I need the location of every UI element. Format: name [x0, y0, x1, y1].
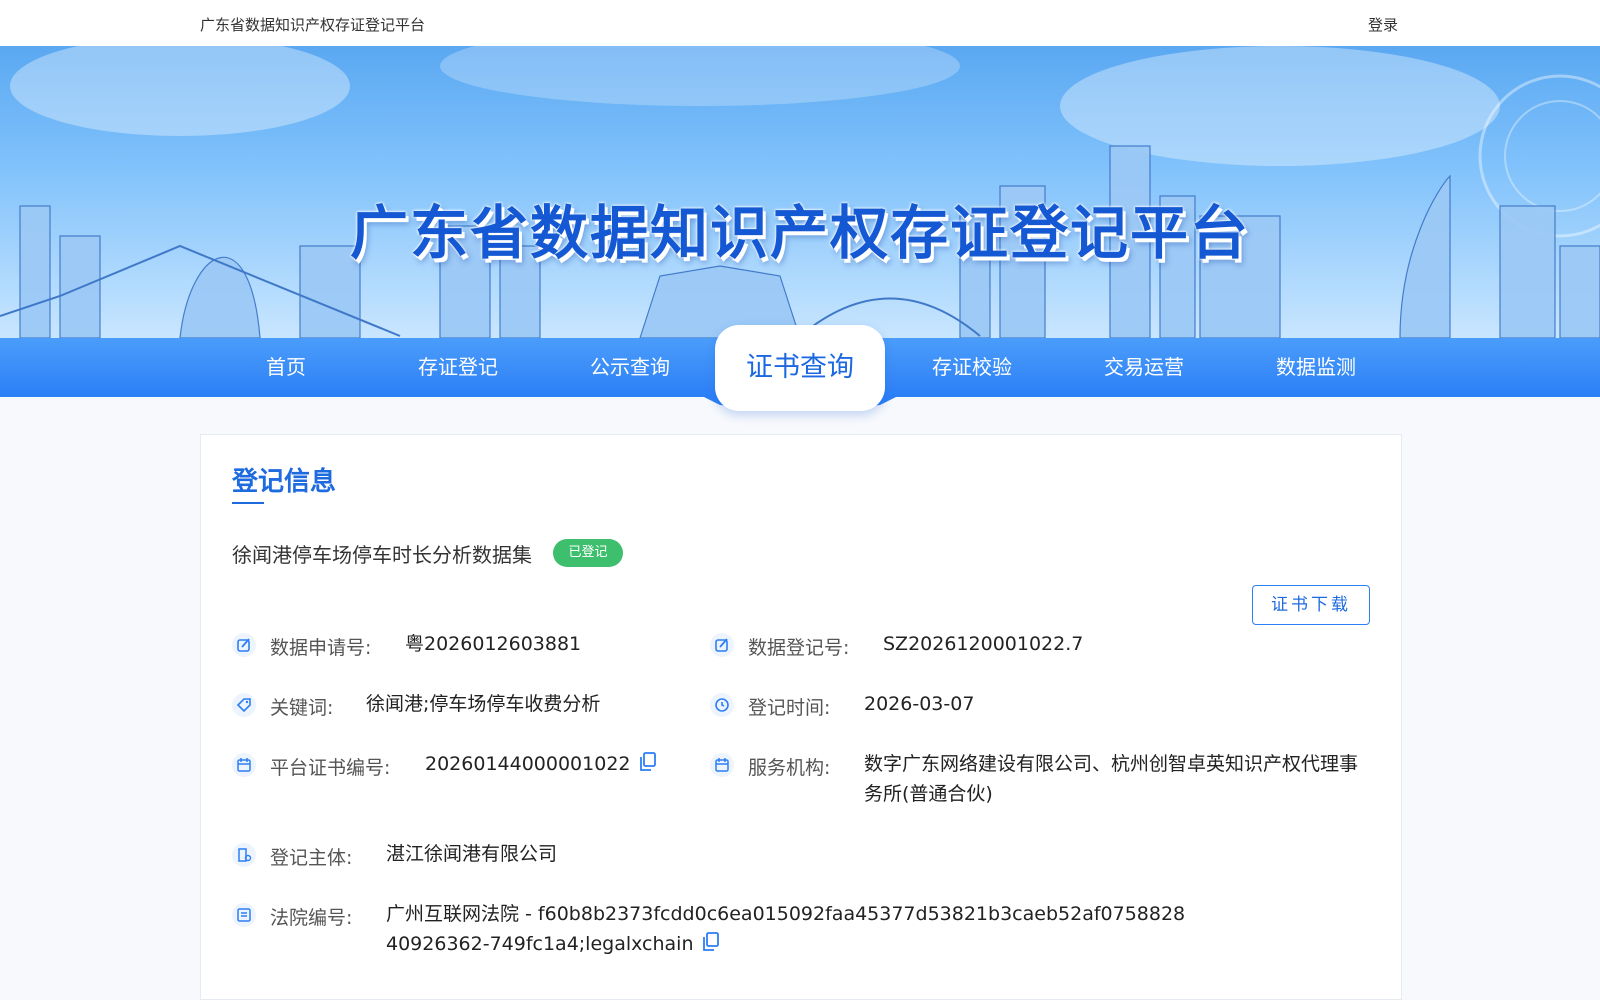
field-keywords: 关键词: 徐闻港;停车场停车收费分析 [232, 693, 672, 723]
nav-item-trading[interactable]: 交易运营 [1059, 338, 1229, 397]
field-service-org: 服务机构: 数字广东网络建设有限公司、杭州创智卓英知识产权代理事务所(普通合伙) [710, 753, 1370, 817]
list-icon [232, 903, 256, 927]
edit-icon [232, 633, 256, 657]
copy-icon[interactable] [702, 932, 720, 952]
building-icon [232, 843, 256, 867]
field-subject: 登记主体: 湛江徐闻港有限公司 [232, 843, 832, 873]
nav-item-home[interactable]: 首页 [201, 338, 371, 397]
clock-icon [710, 693, 734, 717]
edit-icon [710, 633, 734, 657]
section-title: 登记信息 [232, 467, 337, 497]
application-no-label: 数据申请号: [270, 637, 372, 659]
cert-no-value: 20260144000001022 [425, 753, 631, 775]
keywords-label: 关键词: [270, 697, 334, 719]
subject-value: 湛江徐闻港有限公司 [386, 843, 558, 865]
status-badge: 已登记 [553, 539, 623, 567]
dataset-title: 徐闻港停车场停车时长分析数据集 [232, 543, 532, 567]
field-application-no: 数据申请号: 粤2026012603881 [232, 633, 672, 663]
nav-item-registration[interactable]: 存证登记 [373, 338, 543, 397]
subject-label: 登记主体: [270, 847, 353, 869]
banner-title: 广东省数据知识产权存证登记平台 [349, 199, 1250, 267]
hero-banner: 广东省数据知识产权存证登记平台 [0, 46, 1600, 338]
nav-item-public-query[interactable]: 公示查询 [545, 338, 715, 397]
registration-info-card: 登记信息 徐闻港停车场停车时长分析数据集 已登记 证书下载 数据申请号: 粤20… [200, 434, 1402, 1000]
calendar-icon [710, 753, 734, 777]
login-link[interactable]: 登录 [1368, 14, 1398, 35]
top-bar: 广东省数据知识产权存证登记平台 登录 [0, 0, 1600, 46]
court-no-label: 法院编号: [270, 907, 353, 929]
court-no-value: 广州互联网法院 - f60b8b2373fcdd0c6ea015092faa45… [386, 903, 1186, 955]
site-brand[interactable]: 广东省数据知识产权存证登记平台 [200, 14, 425, 35]
court-no-value-wrap: 广州互联网法院 - f60b8b2373fcdd0c6ea015092faa45… [386, 899, 1196, 959]
registration-time-value: 2026-03-07 [864, 693, 975, 715]
field-cert-no: 平台证书编号: 20260144000001022 [232, 752, 672, 783]
tag-icon [232, 693, 256, 717]
field-registration-no: 数据登记号: SZ2026120001022.7 [710, 633, 1330, 663]
registration-time-label: 登记时间: [748, 697, 831, 719]
tab-certificate-query[interactable]: 证书查询 [715, 325, 885, 411]
registration-no-value: SZ2026120001022.7 [883, 633, 1084, 655]
cert-no-label: 平台证书编号: [270, 757, 391, 779]
calendar-icon [232, 753, 256, 777]
application-no-value: 粤2026012603881 [405, 633, 582, 655]
keywords-value: 徐闻港;停车场停车收费分析 [366, 693, 601, 715]
field-registration-time: 登记时间: 2026-03-07 [710, 693, 1330, 723]
service-org-value: 数字广东网络建设有限公司、杭州创智卓英知识产权代理事务所(普通合伙) [864, 753, 1359, 805]
section-title-underline [232, 502, 264, 504]
registration-no-label: 数据登记号: [748, 637, 850, 659]
cert-no-value-wrap: 20260144000001022 [425, 749, 657, 779]
nav-item-verification[interactable]: 存证校验 [887, 338, 1057, 397]
field-court-no: 法院编号: 广州互联网法院 - f60b8b2373fcdd0c6ea01509… [232, 903, 1232, 967]
service-org-label: 服务机构: [748, 757, 831, 779]
copy-icon[interactable] [639, 752, 657, 772]
certificate-download-button[interactable]: 证书下载 [1252, 585, 1370, 625]
nav-item-monitoring[interactable]: 数据监测 [1231, 338, 1401, 397]
